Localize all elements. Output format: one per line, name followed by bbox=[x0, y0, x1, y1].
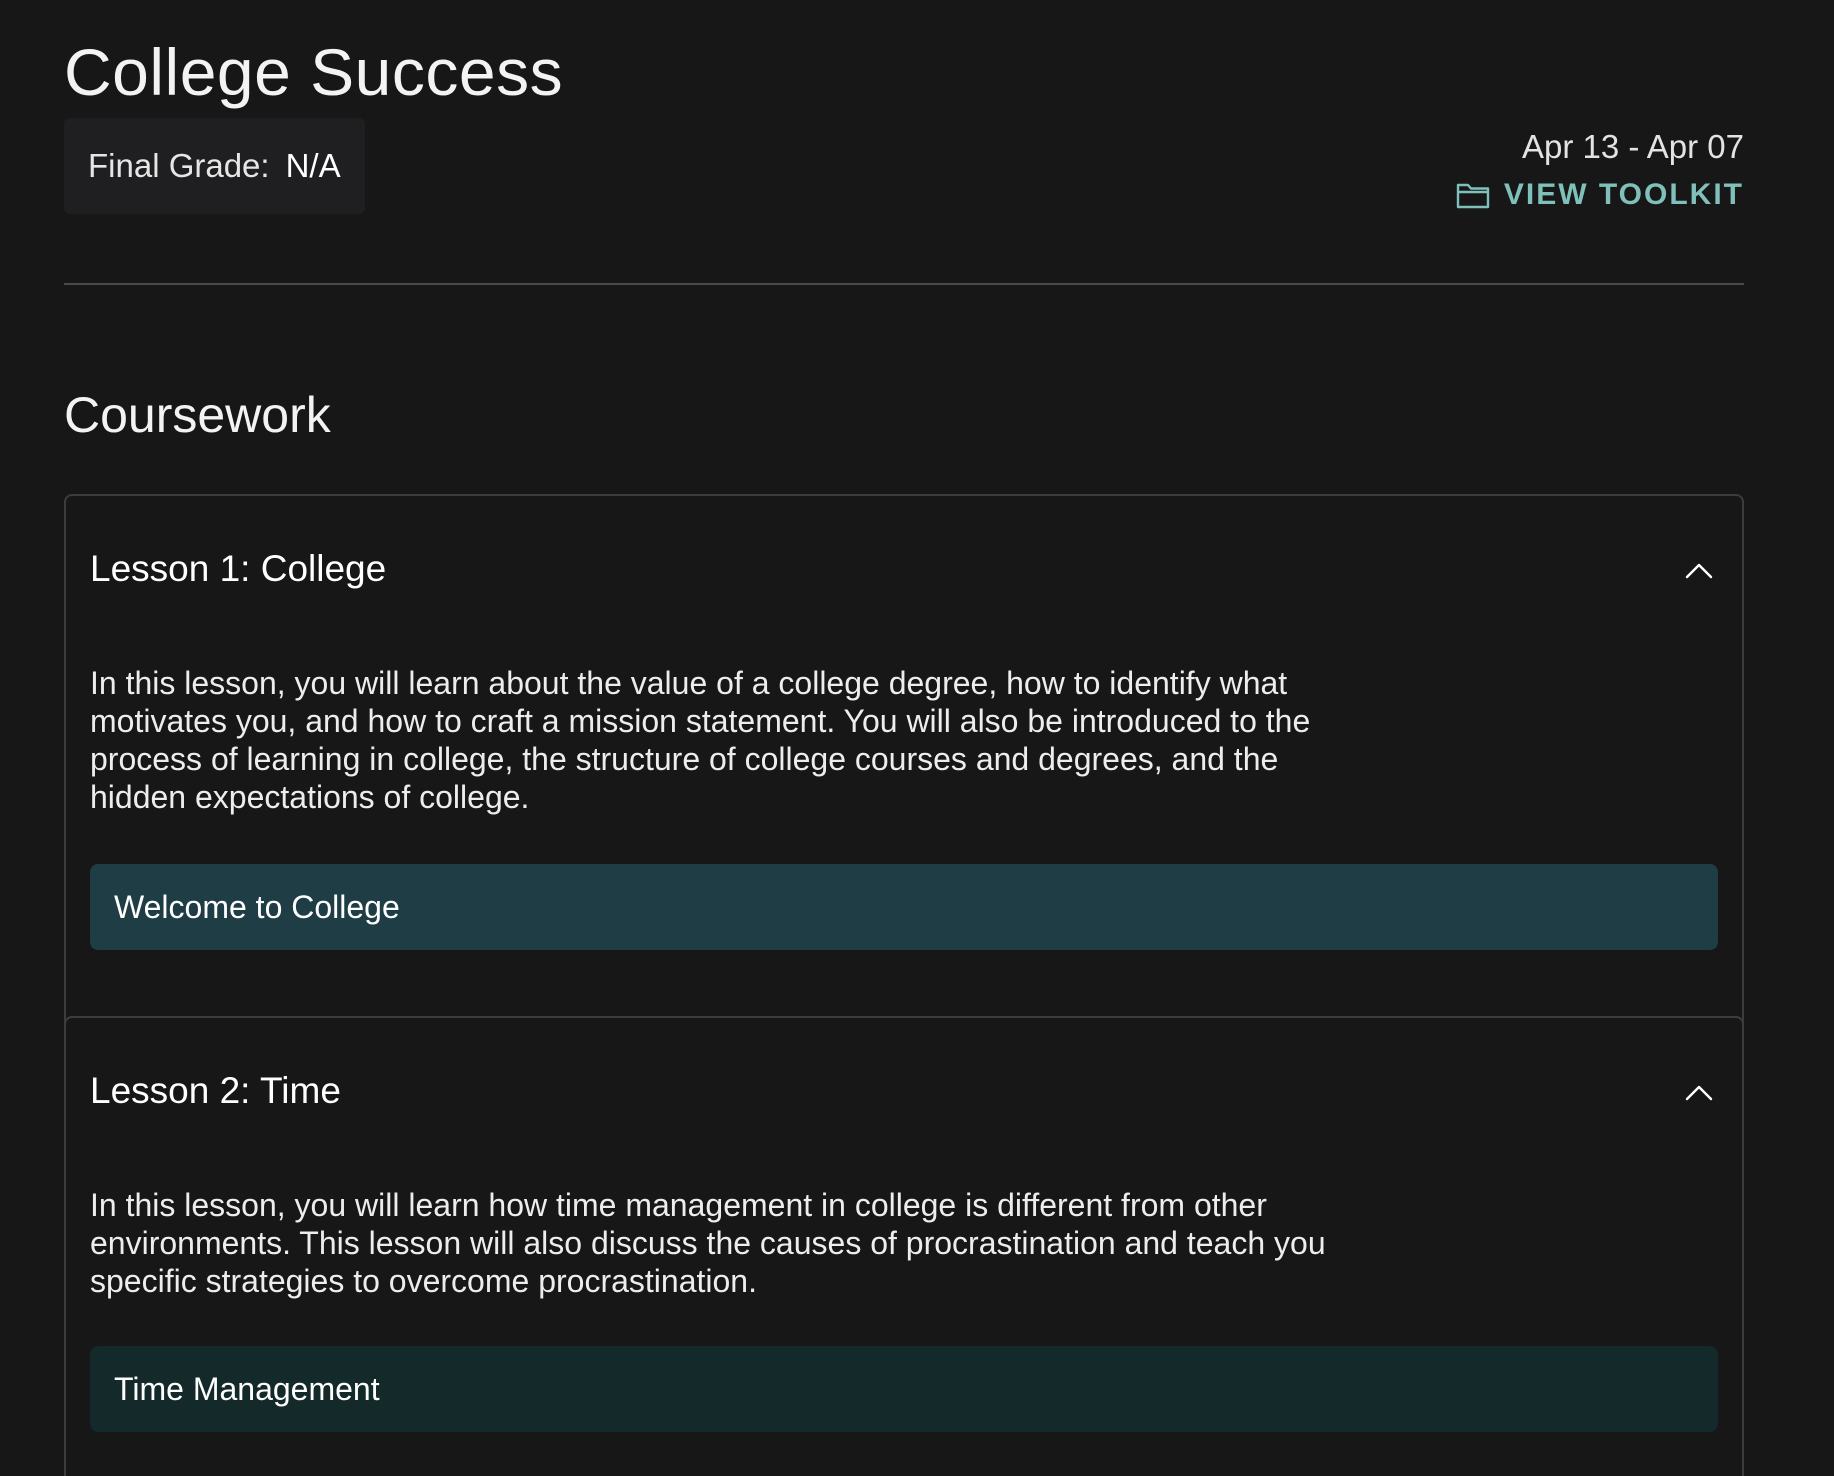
lesson-description: In this lesson, you will learn how time … bbox=[90, 1187, 1326, 1299]
final-grade-box: Final Grade: N/A bbox=[64, 118, 365, 214]
lesson-title: Lesson 1: College bbox=[90, 548, 387, 589]
lesson-header[interactable]: Lesson 2: Time bbox=[90, 1068, 1718, 1114]
lesson-card: Lesson 2: Time In this lesson, you will … bbox=[64, 1016, 1744, 1476]
final-grade-value: N/A bbox=[285, 147, 341, 184]
view-toolkit-label: VIEW TOOLKIT bbox=[1503, 178, 1744, 211]
course-title: College Success bbox=[64, 35, 564, 109]
folder-icon bbox=[1456, 181, 1490, 209]
course-page: College Success Final Grade: N/A Apr 13 … bbox=[0, 0, 1834, 1476]
chevron-up-icon[interactable] bbox=[1684, 1082, 1714, 1102]
activity-button-welcome-to-college[interactable]: Welcome to College bbox=[90, 864, 1718, 950]
header-divider bbox=[64, 283, 1744, 285]
lesson-description: In this lesson, you will learn about the… bbox=[90, 665, 1311, 815]
chevron-up-icon[interactable] bbox=[1684, 560, 1714, 580]
lesson-title: Lesson 2: Time bbox=[90, 1070, 341, 1111]
view-toolkit-link[interactable]: VIEW TOOLKIT bbox=[1456, 178, 1744, 212]
activity-button-time-management[interactable]: Time Management bbox=[90, 1346, 1718, 1432]
course-date-range: Apr 13 - Apr 07 bbox=[1522, 128, 1744, 165]
final-grade-label: Final Grade: bbox=[88, 147, 270, 184]
coursework-heading: Coursework bbox=[64, 387, 331, 443]
lesson-header[interactable]: Lesson 1: College bbox=[90, 546, 1718, 592]
